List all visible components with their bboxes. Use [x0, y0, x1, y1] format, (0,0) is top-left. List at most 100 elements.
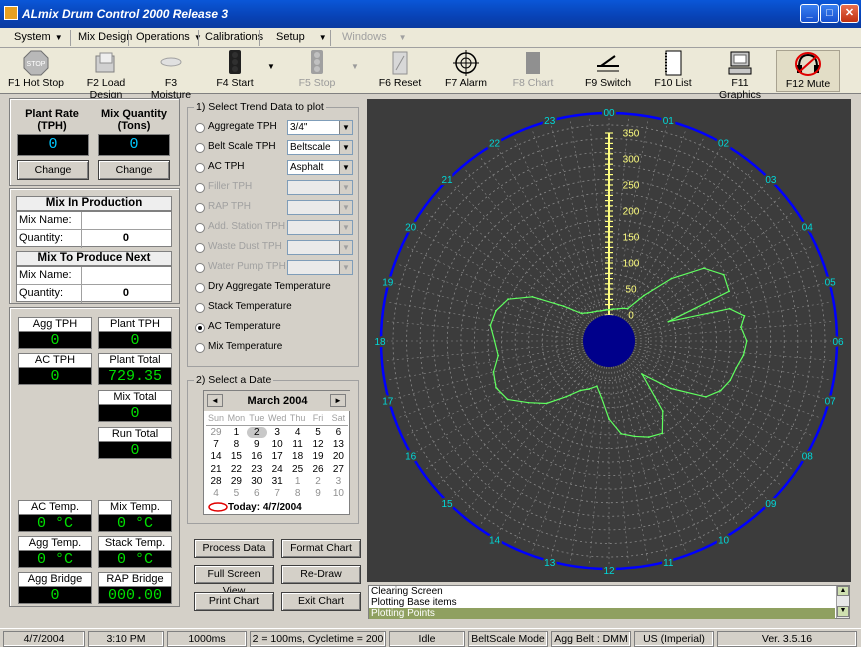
full-screen-button[interactable]: Full Screen View — [194, 565, 274, 597]
menu-windows[interactable]: Windows ▼ — [342, 31, 407, 43]
calendar-day[interactable]: 21 — [206, 464, 226, 475]
trend-option-label[interactable]: Aggregate TPH — [208, 121, 277, 132]
calendar-day[interactable]: 10 — [328, 488, 348, 499]
trend-radio[interactable] — [195, 283, 205, 293]
trend-option-label[interactable]: Mix Temperature — [208, 341, 282, 352]
calendar-day[interactable]: 10 — [267, 439, 287, 450]
calendar-day[interactable]: 1 — [288, 476, 308, 487]
chevron-down-icon[interactable]: ▼ — [339, 221, 352, 234]
chevron-down-icon[interactable]: ▼ — [339, 201, 352, 214]
trend-source-select[interactable]: Beltscale ▼ — [287, 140, 353, 155]
change-plant-rate-button[interactable]: Change — [17, 160, 89, 180]
start-dropdown[interactable]: ▼ — [266, 62, 276, 104]
trend-option-label[interactable]: AC Temperature — [208, 321, 281, 332]
redraw-button[interactable]: Re-Draw — [281, 565, 361, 584]
calendar-day[interactable]: 18 — [288, 451, 308, 462]
calendar-day[interactable]: 29 — [226, 476, 246, 487]
title-bar[interactable]: ALmix Drum Control 2000 Release 3 _ □ ✕ — [0, 0, 861, 28]
calendar-day[interactable]: 2 — [246, 427, 267, 438]
calendar-day[interactable]: 8 — [288, 488, 308, 499]
trend-source-select[interactable]: Asphalt ▼ — [287, 160, 353, 175]
trend-option-label[interactable]: Dry Aggregate Temperature — [208, 281, 331, 292]
calendar-today[interactable]: Today: 4/7/2004 — [228, 502, 302, 513]
menu-mix-design[interactable]: Mix Design — [78, 31, 132, 43]
calendar-day[interactable]: 15 — [226, 451, 246, 462]
change-mix-quantity-button[interactable]: Change — [98, 160, 170, 180]
chevron-down-icon[interactable]: ▼ — [339, 241, 352, 254]
calendar-day[interactable]: 13 — [328, 439, 348, 450]
switch-button[interactable]: F9 Switch — [582, 50, 634, 92]
log-list[interactable]: Clearing Screen Plotting Base items Plot… — [368, 585, 850, 619]
calendar-day[interactable]: 23 — [247, 464, 267, 475]
log-scrollbar[interactable]: ▲ ▼ — [836, 586, 849, 618]
calendar-day[interactable]: 5 — [226, 488, 246, 499]
calendar-day[interactable]: 9 — [247, 439, 267, 450]
format-chart-button[interactable]: Format Chart — [281, 539, 361, 558]
calendar-day[interactable]: 6 — [328, 427, 348, 438]
calendar-day[interactable]: 20 — [328, 451, 348, 462]
calendar-day[interactable]: 24 — [267, 464, 287, 475]
calendar-day[interactable]: 14 — [206, 451, 226, 462]
calendar-next-button[interactable]: ► — [330, 394, 346, 407]
trend-option-label[interactable]: Belt Scale TPH — [208, 141, 276, 152]
process-data-button[interactable]: Process Data — [194, 539, 274, 558]
calendar-day[interactable]: 27 — [328, 464, 348, 475]
chevron-down-icon[interactable]: ▼ — [339, 181, 352, 194]
trend-source-select[interactable]: ▼ — [287, 180, 353, 195]
calendar-day[interactable]: 19 — [308, 451, 328, 462]
trend-radio[interactable] — [195, 323, 205, 333]
moisture-button[interactable]: F3 Moisture — [144, 50, 198, 101]
alarm-button[interactable]: F7 Alarm — [440, 50, 492, 92]
trend-option-label[interactable]: AC TPH — [208, 161, 245, 172]
minimize-button[interactable]: _ — [800, 4, 819, 23]
chevron-down-icon[interactable]: ▼ — [339, 121, 352, 134]
calendar-day[interactable]: 17 — [267, 451, 287, 462]
calendar-day[interactable]: 5 — [308, 427, 328, 438]
calendar-day[interactable]: 30 — [247, 476, 267, 487]
calendar-day[interactable]: 9 — [308, 488, 328, 499]
menu-operations[interactable]: Operations▼ — [136, 31, 202, 43]
exit-chart-button[interactable]: Exit Chart — [281, 592, 361, 611]
calendar-day[interactable]: 8 — [226, 439, 246, 450]
graphics-button[interactable]: F11 Graphics — [710, 50, 770, 101]
mute-button[interactable]: F12 Mute — [776, 50, 840, 92]
maximize-button[interactable]: □ — [820, 4, 839, 23]
trend-source-select[interactable]: ▼ — [287, 260, 353, 275]
calendar-day[interactable]: 22 — [226, 464, 246, 475]
scroll-up-icon[interactable]: ▲ — [837, 586, 849, 596]
calendar-day[interactable]: 1 — [226, 427, 246, 438]
calendar-day[interactable]: 28 — [206, 476, 226, 487]
calendar-day[interactable]: 7 — [267, 488, 287, 499]
trend-source-select[interactable]: ▼ — [287, 200, 353, 215]
trend-radio[interactable] — [195, 143, 205, 153]
list-button[interactable]: F10 List — [650, 50, 696, 92]
trend-radio[interactable] — [195, 343, 205, 353]
chevron-down-icon[interactable]: ▼ — [339, 141, 352, 154]
calendar-day[interactable]: 4 — [288, 427, 308, 438]
stop-dropdown[interactable]: ▼ — [350, 62, 360, 104]
calendar-day[interactable]: 2 — [308, 476, 328, 487]
calendar-day[interactable]: 4 — [206, 488, 226, 499]
load-design-button[interactable]: F2 Load Design — [70, 50, 142, 101]
trend-source-select[interactable]: ▼ — [287, 220, 353, 235]
calendar-day[interactable]: 26 — [308, 464, 328, 475]
stop-button[interactable]: F5 Stop — [292, 50, 342, 92]
menu-calibrations[interactable]: Calibrations — [205, 31, 263, 43]
scroll-down-icon[interactable]: ▼ — [837, 606, 849, 617]
calendar-day[interactable]: 12 — [308, 439, 328, 450]
chart-button[interactable]: F8 Chart — [510, 50, 556, 92]
trend-radio[interactable] — [195, 163, 205, 173]
trend-radio[interactable] — [195, 123, 205, 133]
calendar[interactable]: ◄ March 2004 ► Sun Mon Tue Wed Thu Fri Sat 29 1 2… — [203, 390, 351, 515]
calendar-day[interactable]: 6 — [247, 488, 267, 499]
calendar-day[interactable]: 29 — [206, 427, 226, 438]
menu-setup[interactable]: Setup ▼ — [276, 31, 327, 43]
start-button[interactable]: F4 Start — [210, 50, 260, 92]
print-chart-button[interactable]: Print Chart — [194, 592, 274, 611]
calendar-day[interactable]: 16 — [247, 451, 267, 462]
calendar-day[interactable]: 3 — [328, 476, 348, 487]
trend-radio[interactable] — [195, 303, 205, 313]
close-button[interactable]: ✕ — [840, 4, 859, 23]
trend-option-label[interactable]: Stack Temperature — [208, 301, 292, 312]
hot-stop-button[interactable]: STOP F1 Hot Stop — [4, 50, 68, 92]
